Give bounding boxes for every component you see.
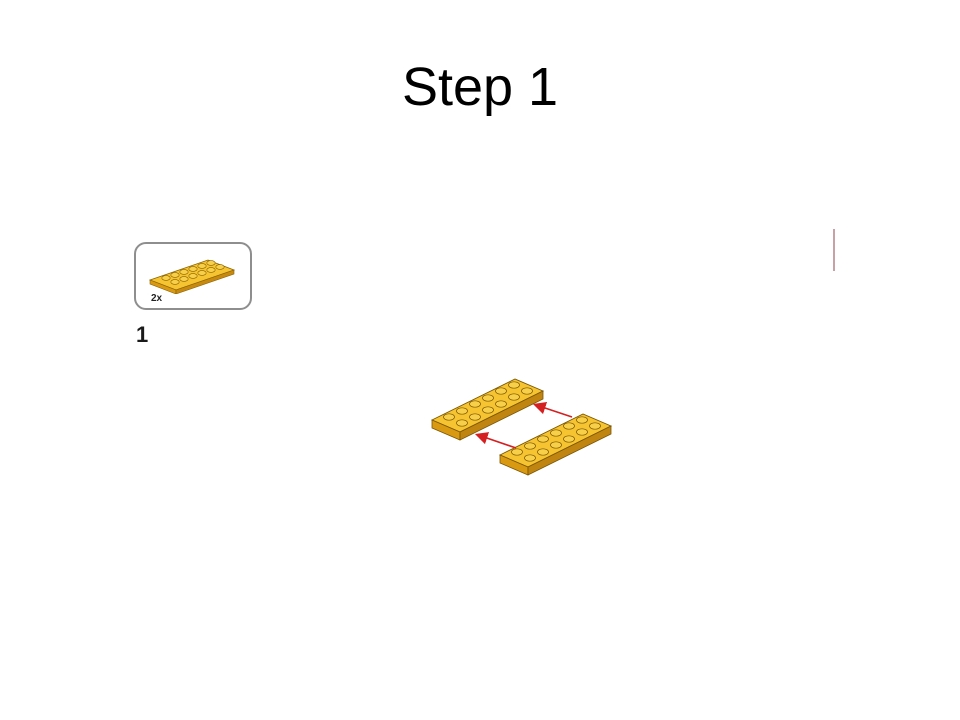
plate-upper-left (430, 378, 545, 441)
quantity-label: 2x (151, 293, 163, 304)
join-arrow-lower (474, 432, 517, 449)
plate-lower-right (498, 413, 613, 476)
join-arrow-upper (532, 401, 573, 418)
yellow-2x6-plate-icon (148, 259, 236, 294)
assembly-diagram (420, 365, 630, 485)
slide-title: Step 1 (401, 57, 559, 117)
divider-line (833, 229, 835, 271)
two-plates-join-icon (430, 378, 613, 476)
step-number: 1 (136, 322, 149, 347)
parts-callout: 2x (134, 242, 252, 310)
